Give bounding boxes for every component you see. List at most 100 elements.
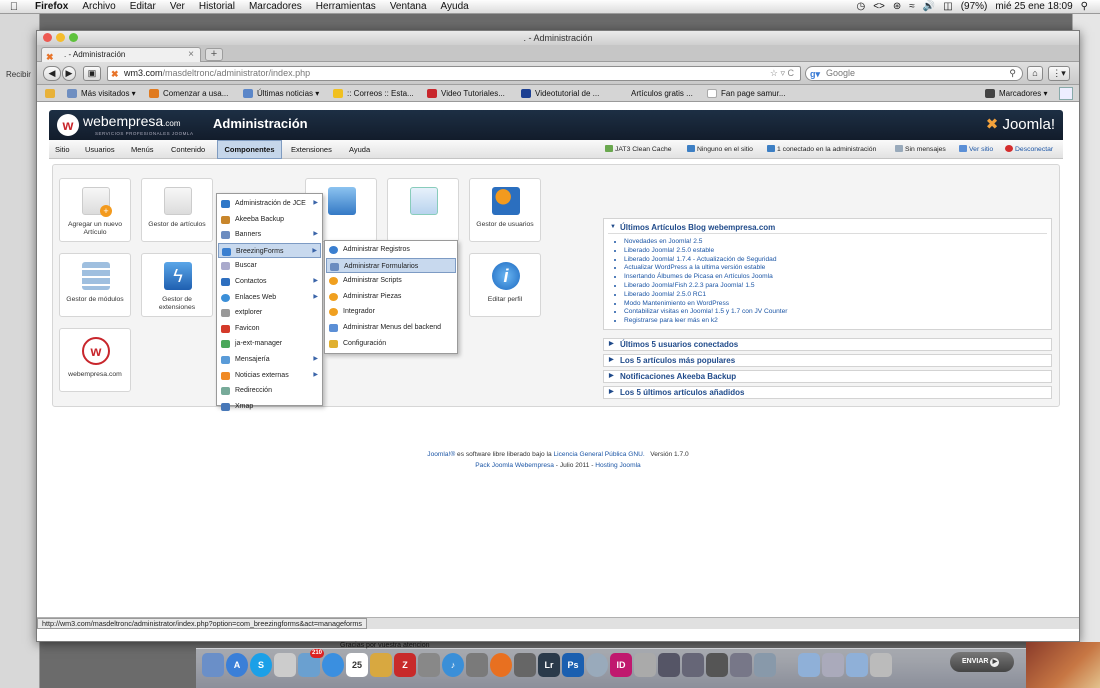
trash-icon[interactable] <box>870 653 892 677</box>
quickicon-module-manager[interactable]: Gestor de módulos <box>59 253 131 317</box>
bookmark-correos[interactable]: :: Correos :: Esta... <box>333 87 414 100</box>
submenu-piezas[interactable]: Administrar Piezas <box>326 289 456 305</box>
submenu-menus-backend[interactable]: Administrar Menus del backend <box>326 320 456 336</box>
menubar-herramientas[interactable]: Herramientas <box>309 1 383 12</box>
bookmarks-sidebar-button[interactable] <box>45 87 59 100</box>
module-ultimos-articulos[interactable]: ▶ Los 5 últimos artículos añadidos <box>603 386 1052 399</box>
bookmark-video-tutoriales[interactable]: Video Tutoriales... <box>427 87 505 100</box>
menubar-editar[interactable]: Editar <box>123 1 163 12</box>
bookmark-articulos-gratis[interactable]: Artículos gratis ... <box>617 87 693 100</box>
blog-module-header[interactable]: ▼ Últimos Artículos Blog webempresa.com <box>608 221 1047 234</box>
imovie-icon[interactable] <box>514 653 536 677</box>
hosting-link[interactable]: Hosting Joomla <box>595 462 640 469</box>
menu-sitio[interactable]: Sitio <box>55 140 70 159</box>
finder-icon[interactable] <box>202 653 224 677</box>
back-button[interactable]: ◀ <box>43 66 61 81</box>
menu-menus[interactable]: Menús <box>131 140 154 159</box>
menu-item-extplorer[interactable]: extplorer <box>218 305 321 321</box>
blog-link[interactable]: Liberado Joomla! 2.5.0 estable <box>624 247 787 256</box>
search-icon[interactable]: ⚲ <box>1009 67 1016 80</box>
menu-item-mensajeria[interactable]: Mensajería ▶ <box>218 352 321 368</box>
quickicon-article-manager[interactable]: Gestor de artículos <box>141 178 213 242</box>
menu-item-xmap[interactable]: Xmap <box>218 399 321 415</box>
menu-item-jce[interactable]: Administración de JCE ▶ <box>218 196 321 212</box>
menu-item-redireccion[interactable]: Redirección <box>218 383 321 399</box>
bookmark-ultimas-noticias[interactable]: Últimas noticias ▾ <box>243 87 319 100</box>
bookmark-comenzar[interactable]: Comenzar a usa... <box>149 87 228 100</box>
quickicon-add-article[interactable]: + Agregar un nuevo Artículo <box>59 178 131 242</box>
blog-link[interactable]: Registrarse para leer más en k2 <box>624 317 787 326</box>
system-preferences-icon[interactable] <box>634 653 656 677</box>
preview-thumb-icon[interactable] <box>754 653 776 677</box>
blog-link[interactable]: Contabilizar visitas en Joomla! 1.5 y 1.… <box>624 308 787 317</box>
submenu-configuracion[interactable]: Configuración <box>326 336 456 352</box>
quickicon-extension-manager[interactable]: ϟ Gestor de extensiones <box>141 253 213 317</box>
photo-thumb-icon[interactable] <box>706 653 728 677</box>
lightroom-icon[interactable]: Lr <box>538 653 560 677</box>
filezilla-icon[interactable]: Z <box>394 653 416 677</box>
menu-item-favicon[interactable]: Favicon <box>218 321 321 337</box>
close-tab-icon[interactable]: × <box>188 48 194 62</box>
bookmark-mas-visitados[interactable]: Más visitados ▾ <box>67 87 136 100</box>
close-window-icon[interactable] <box>43 33 52 42</box>
home-tab-button[interactable]: ▣ <box>83 66 101 81</box>
site-identity-icon[interactable]: ✖ <box>111 68 119 81</box>
downloads-folder-icon[interactable] <box>846 653 868 677</box>
code-icon[interactable]: <> <box>869 1 889 12</box>
menu-ayuda[interactable]: Ayuda <box>349 140 370 159</box>
forward-button[interactable]: ▶ <box>62 66 76 81</box>
iphoto-icon[interactable] <box>466 653 488 677</box>
menu-item-noticias[interactable]: Noticias externas ▶ <box>218 368 321 384</box>
volume-icon[interactable]: 🔊 <box>919 1 939 12</box>
license-link[interactable]: Licencia General Pública GNU. <box>553 451 644 458</box>
status-messages[interactable]: Sin mensajes <box>895 140 946 159</box>
contacts-app-icon[interactable] <box>370 653 392 677</box>
zoom-window-icon[interactable] <box>69 33 78 42</box>
blog-link[interactable]: Actualizar WordPress a la ultima versión… <box>624 264 787 273</box>
indesign-icon[interactable]: ID <box>610 653 632 677</box>
send-button[interactable]: ENVIAR ▶ <box>950 652 1014 672</box>
submenu-registros[interactable]: Administrar Registros <box>326 242 456 258</box>
window-titlebar[interactable]: . - Administración <box>37 31 1079 45</box>
blog-link[interactable]: Liberado Joomla! 1.7.4 - Actualización d… <box>624 256 787 265</box>
submenu-scripts[interactable]: Administrar Scripts <box>326 273 456 289</box>
menu-item-banners[interactable]: Banners ▶ <box>218 227 321 243</box>
battery-icon[interactable]: ◫ <box>939 1 956 12</box>
blog-link[interactable]: Modo Mantenimiento en WordPress <box>624 300 787 309</box>
module-akeeba[interactable]: ▶ Notificaciones Akeeba Backup <box>603 370 1052 383</box>
photoshop-icon[interactable]: Ps <box>562 653 584 677</box>
blog-link[interactable]: Liberado Joomla! 2.5.0 RC1 <box>624 291 787 300</box>
menu-item-contactos[interactable]: Contactos ▶ <box>218 274 321 290</box>
sidebar-toggle-button[interactable] <box>1059 87 1073 100</box>
calendar-icon[interactable]: 25 <box>346 653 368 677</box>
quickicon-menus[interactable] <box>387 178 459 242</box>
blog-link[interactable]: Novedades en Joomla! 2.5 <box>624 238 787 247</box>
module-articulos-populares[interactable]: ▶ Los 5 artículos más populares <box>603 354 1052 367</box>
blog-link[interactable]: Liberado Joomla!Fish 2.2.3 para Joomla! … <box>624 282 787 291</box>
new-tab-button[interactable]: + <box>205 48 223 61</box>
menubar-ver[interactable]: Ver <box>163 1 192 12</box>
menubar-app[interactable]: Firefox <box>28 1 75 12</box>
minimize-window-icon[interactable] <box>56 33 65 42</box>
itunes-icon[interactable]: ♪ <box>442 653 464 677</box>
search-field[interactable]: g▾ Google ⚲ <box>805 66 1023 81</box>
menu-item-ja-ext[interactable]: ja-ext-manager <box>218 336 321 352</box>
menubar-archivo[interactable]: Archivo <box>75 1 122 12</box>
menu-item-enlaces[interactable]: Enlaces Web ▶ <box>218 290 321 306</box>
wifi-icon[interactable]: ≈ <box>905 1 919 12</box>
menu-item-breezingforms[interactable]: BreezingForms ▶ <box>218 242 321 259</box>
quickicon-user-manager[interactable]: Gestor de usuarios <box>469 178 541 242</box>
view-site-link[interactable]: Ver sitio <box>959 140 993 159</box>
menu-contenido[interactable]: Contenido <box>171 140 205 159</box>
bookmarks-menu-button[interactable]: Marcadores ▾ <box>985 87 1047 100</box>
preview-icon[interactable] <box>418 653 440 677</box>
home-button[interactable]: ⌂ <box>1027 66 1043 81</box>
apple-icon[interactable]:  <box>0 1 28 13</box>
time-machine-icon[interactable]: ◷ <box>852 1 869 12</box>
bookmark-videotutorial[interactable]: Videotutorial de ... <box>521 87 599 100</box>
bluetooth-icon[interactable]: ⊛ <box>889 1 905 12</box>
blog-link[interactable]: Insertando Álbumes de Picasa en Artículo… <box>624 273 787 282</box>
menubar-ventana[interactable]: Ventana <box>383 1 434 12</box>
documents-folder-icon[interactable] <box>822 653 844 677</box>
spotlight-icon[interactable]: ⚲ <box>1077 1 1092 12</box>
